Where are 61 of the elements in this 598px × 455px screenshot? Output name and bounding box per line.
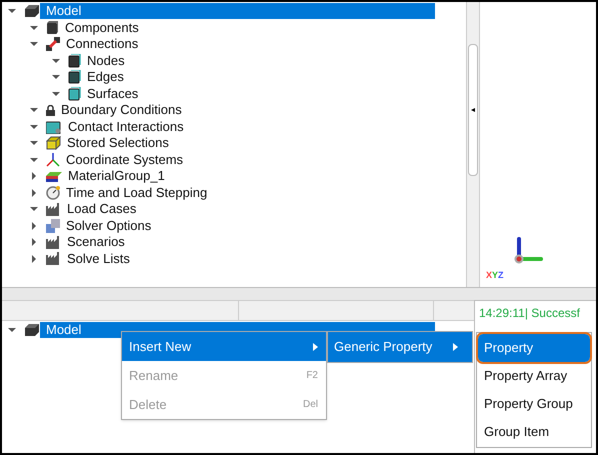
collapse-arrow-icon[interactable] [30, 156, 38, 164]
tree-item[interactable]: Time and Load Stepping [60, 184, 208, 201]
collapse-arrow-icon[interactable] [52, 56, 60, 65]
factory-icon [46, 252, 61, 266]
collapse-arrow-icon[interactable] [30, 106, 38, 114]
axes-icon [46, 152, 60, 167]
clock-icon [46, 186, 60, 200]
menu-item[interactable]: Property Group [478, 390, 590, 418]
arrow-icon [471, 108, 475, 112]
tree-item[interactable]: Surfaces [81, 86, 138, 102]
tree-item[interactable]: Model [40, 3, 435, 20]
cube-icon [24, 323, 40, 338]
tree-item[interactable]: Connections [60, 36, 138, 52]
menu-item[interactable]: Property Array [478, 362, 590, 390]
layers-icon [46, 170, 62, 183]
cube-icon [68, 54, 81, 68]
contact-block-icon [46, 120, 62, 134]
link-icon [46, 37, 60, 52]
collapse-arrow-icon[interactable] [52, 90, 60, 98]
cube-icon [46, 20, 59, 35]
expand-arrow-icon[interactable] [30, 238, 38, 246]
collapse-arrow-icon[interactable] [8, 7, 16, 16]
cube-icon [68, 70, 81, 84]
tree-item[interactable]: Stored Selections [61, 135, 169, 152]
tree-item[interactable]: Scenarios [61, 234, 125, 250]
scrollbar[interactable] [466, 2, 479, 287]
menu-item[interactable]: Insert New [122, 332, 326, 361]
log-line: 14:29:11| Successf [479, 305, 581, 321]
cube-icon [24, 4, 40, 18]
axis-triad-icon [513, 237, 543, 264]
collapse-arrow-icon[interactable] [30, 40, 38, 48]
factory-icon [46, 202, 61, 216]
tree-item[interactable]: Contact Interactions [62, 118, 184, 135]
collapse-arrow-icon[interactable] [30, 205, 38, 214]
expand-arrow-icon[interactable] [30, 188, 38, 197]
settings-icon [46, 218, 60, 233]
axis-label: XYZ [486, 270, 505, 280]
menu-item[interactable]: Generic Property [328, 332, 472, 362]
tree-item[interactable]: Coordinate Systems [60, 152, 184, 168]
expand-arrow-icon[interactable] [30, 172, 38, 180]
lock-icon [46, 104, 55, 116]
collapse-arrow-icon[interactable] [52, 73, 60, 82]
collapse-arrow-icon[interactable] [8, 326, 16, 334]
tree-item[interactable]: Boundary Conditions [55, 102, 182, 118]
tree-item[interactable]: Solver Options [60, 218, 152, 234]
tree-item[interactable]: Nodes [81, 52, 125, 69]
expand-arrow-icon[interactable] [30, 222, 38, 230]
collapse-arrow-icon[interactable] [30, 139, 38, 148]
factory-icon [46, 236, 61, 249]
menu-item[interactable]: Property [478, 334, 590, 362]
box-icon [46, 136, 61, 150]
tree-item[interactable]: Solve Lists [61, 250, 130, 267]
tree-item[interactable]: Edges [81, 69, 124, 86]
cube-icon [68, 86, 81, 101]
collapse-arrow-icon[interactable] [30, 24, 38, 32]
menu-item[interactable]: Group Item [478, 418, 590, 446]
expand-arrow-icon[interactable] [30, 254, 38, 263]
tree-item[interactable]: MaterialGroup_1 [62, 168, 165, 184]
tree-item[interactable]: Components [59, 20, 139, 36]
collapse-arrow-icon[interactable] [30, 122, 38, 131]
tree-item[interactable]: Load Cases [61, 201, 136, 218]
